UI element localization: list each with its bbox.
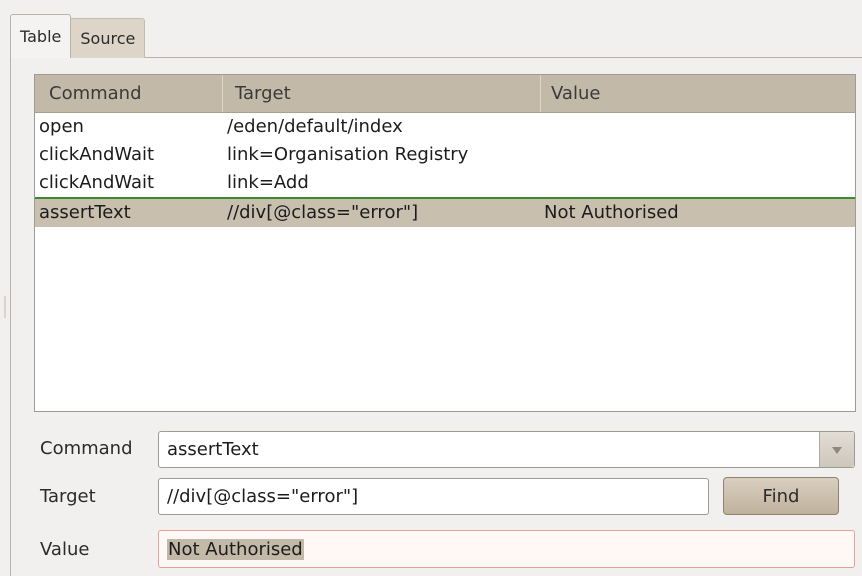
find-button[interactable]: Find [723, 477, 839, 515]
cell-command: open [39, 116, 84, 137]
target-label: Target [40, 486, 96, 507]
command-combobox[interactable]: assertText [158, 431, 855, 468]
value-label: Value [40, 539, 90, 560]
tab-source[interactable]: Source [71, 18, 146, 58]
editor-tabs: Table Source [10, 14, 146, 58]
chevron-down-icon [832, 446, 842, 454]
tab-source-label: Source [80, 29, 136, 48]
column-header-target[interactable]: Target [223, 75, 541, 112]
tab-table[interactable]: Table [10, 14, 72, 58]
resize-handle [4, 296, 6, 318]
command-dropdown-button[interactable] [819, 432, 854, 467]
selenium-ide-editor: Table Source Command Target Value open /… [0, 0, 862, 576]
target-input[interactable]: //div[@class="error"] [158, 478, 709, 515]
column-header-command[interactable]: Command [35, 75, 223, 112]
command-table[interactable]: Command Target Value open /eden/default/… [34, 74, 856, 412]
table-row[interactable]: clickAndWait link=Organisation Registry [35, 141, 855, 169]
value-input[interactable]: Not Authorised [158, 530, 855, 568]
table-body: open /eden/default/index clickAndWait li… [35, 113, 855, 227]
cell-target: link=Add [227, 172, 309, 193]
find-button-label: Find [762, 485, 800, 507]
value-input-selected-text: Not Authorised [167, 538, 304, 560]
cell-command: assertText [39, 202, 131, 223]
cell-value: Not Authorised [544, 202, 679, 223]
cell-target: link=Organisation Registry [227, 144, 469, 165]
cell-command: clickAndWait [39, 144, 155, 165]
table-row-selected[interactable]: assertText //div[@class="error"] Not Aut… [35, 199, 855, 227]
table-header: Command Target Value [35, 75, 855, 113]
cell-target: //div[@class="error"] [227, 202, 419, 223]
table-row[interactable]: clickAndWait link=Add [35, 169, 855, 199]
cell-target: /eden/default/index [227, 116, 403, 137]
table-row[interactable]: open /eden/default/index [35, 113, 855, 141]
tab-table-label: Table [20, 27, 62, 46]
cell-command: clickAndWait [39, 172, 155, 193]
command-label: Command [40, 438, 133, 459]
target-input-value: //div[@class="error"] [167, 486, 359, 507]
command-combobox-value[interactable]: assertText [159, 439, 819, 460]
column-header-value[interactable]: Value [541, 75, 855, 112]
